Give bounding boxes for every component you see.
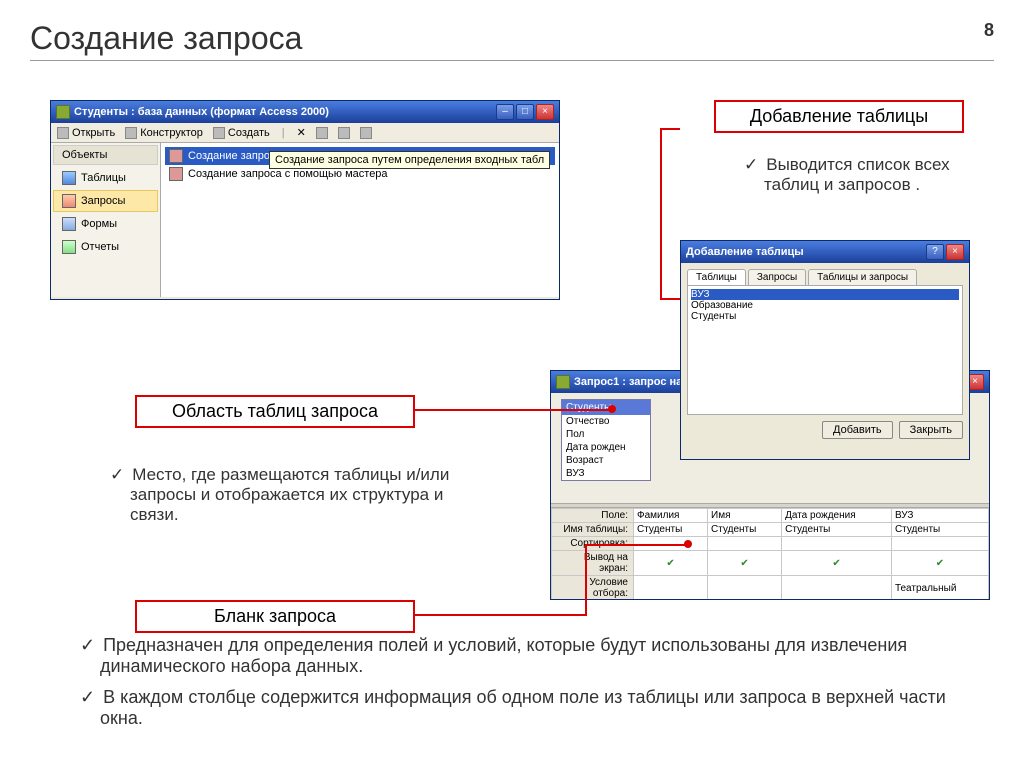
grid-label-table: Имя таблицы: bbox=[552, 523, 634, 537]
bullet-add-table: Выводится список всех таблиц и запросов … bbox=[744, 155, 994, 195]
grid-cell[interactable] bbox=[708, 537, 782, 551]
grid-label-field: Поле: bbox=[552, 509, 634, 523]
toolbar-view3[interactable] bbox=[360, 127, 372, 139]
addtable-tabs: Таблицы Запросы Таблицы и запросы bbox=[681, 263, 969, 285]
help-button[interactable]: ? bbox=[926, 244, 944, 260]
field-list[interactable]: Студенты Отчество Пол Дата рожден Возрас… bbox=[561, 399, 651, 481]
list-item[interactable]: Студенты bbox=[691, 311, 959, 322]
grid-label-show: Вывод на экран: bbox=[552, 551, 634, 576]
field-item[interactable]: Дата рожден bbox=[562, 441, 650, 454]
field-item[interactable]: Отчество bbox=[562, 415, 650, 428]
access-db-window: Студенты : база данных (формат Access 20… bbox=[50, 100, 560, 300]
grid-cell[interactable] bbox=[708, 576, 782, 600]
slide-title: Создание запроса bbox=[30, 20, 302, 57]
close-button[interactable]: × bbox=[536, 104, 554, 120]
sidebar-reports[interactable]: Отчеты bbox=[53, 236, 158, 258]
db-title: Студенты : база данных (формат Access 20… bbox=[74, 106, 496, 118]
grid-cell[interactable]: Студенты bbox=[634, 523, 708, 537]
grid-cell[interactable] bbox=[782, 576, 892, 600]
db-content: Создание запроса в режиме конструктора С… bbox=[161, 143, 559, 297]
close-button[interactable]: × bbox=[946, 244, 964, 260]
toolbar-design[interactable]: Конструктор bbox=[125, 127, 203, 139]
tab-both[interactable]: Таблицы и запросы bbox=[808, 269, 917, 285]
grid-cell[interactable]: Дата рождения bbox=[782, 509, 892, 523]
query-icon bbox=[556, 375, 570, 389]
bullet-query-form: Предназначен для определения полей и усл… bbox=[80, 635, 960, 739]
field-item[interactable]: ВУЗ bbox=[562, 467, 650, 480]
grid-label-criteria: Условие отбора: bbox=[552, 576, 634, 600]
grid-checkbox[interactable]: ✔ bbox=[891, 551, 988, 576]
grid-cell[interactable]: ВУЗ bbox=[891, 509, 988, 523]
title-underline bbox=[30, 60, 994, 61]
list-item[interactable]: ВУЗ bbox=[691, 289, 959, 300]
grid-cell[interactable] bbox=[891, 537, 988, 551]
field-list-header: Студенты bbox=[562, 400, 650, 415]
grid-cell[interactable]: Фамилия bbox=[634, 509, 708, 523]
toolbar-open[interactable]: Открыть bbox=[57, 127, 115, 139]
bullet-query-area: Место, где размещаются таблицы и/или зап… bbox=[110, 465, 450, 525]
close-dialog-button[interactable]: Закрыть bbox=[899, 421, 963, 439]
grid-cell[interactable] bbox=[782, 537, 892, 551]
toolbar-view1[interactable] bbox=[316, 127, 328, 139]
toolbar-view2[interactable] bbox=[338, 127, 350, 139]
db-sidebar: Объекты Таблицы Запросы Формы Отчеты bbox=[51, 143, 161, 297]
callout-query-area: Область таблиц запроса bbox=[135, 395, 415, 428]
addtable-titlebar[interactable]: Добавление таблицы ? × bbox=[681, 241, 969, 263]
grid-cell[interactable]: Студенты bbox=[782, 523, 892, 537]
db-titlebar[interactable]: Студенты : база данных (формат Access 20… bbox=[51, 101, 559, 123]
sidebar-forms[interactable]: Формы bbox=[53, 213, 158, 235]
sidebar-queries[interactable]: Запросы bbox=[53, 190, 158, 212]
addtable-list[interactable]: ВУЗ Образование Студенты bbox=[687, 285, 963, 415]
grid-cell[interactable] bbox=[634, 576, 708, 600]
page-number: 8 bbox=[984, 20, 994, 41]
query-grid[interactable]: Поле: Фамилия Имя Дата рождения ВУЗ Имя … bbox=[551, 508, 989, 599]
minimize-button[interactable]: – bbox=[496, 104, 514, 120]
addtable-title: Добавление таблицы bbox=[686, 246, 926, 258]
tab-tables[interactable]: Таблицы bbox=[687, 269, 746, 285]
field-item[interactable]: Пол bbox=[562, 428, 650, 441]
grid-cell[interactable]: Имя bbox=[708, 509, 782, 523]
grid-cell[interactable]: Театральный bbox=[891, 576, 988, 600]
add-button[interactable]: Добавить bbox=[822, 421, 893, 439]
sidebar-tables[interactable]: Таблицы bbox=[53, 167, 158, 189]
toolbar-create[interactable]: Создать bbox=[213, 127, 270, 139]
grid-checkbox[interactable]: ✔ bbox=[782, 551, 892, 576]
app-icon bbox=[56, 105, 70, 119]
objects-header: Объекты bbox=[53, 145, 158, 165]
list-item[interactable]: Образование bbox=[691, 300, 959, 311]
tab-queries[interactable]: Запросы bbox=[748, 269, 806, 285]
toolbar-delete[interactable]: ✕ bbox=[297, 126, 306, 139]
grid-cell[interactable]: Студенты bbox=[708, 523, 782, 537]
tooltip: Создание запроса путем определения входн… bbox=[269, 151, 550, 169]
db-toolbar: Открыть Конструктор Создать | ✕ bbox=[51, 123, 559, 143]
callout-add-table: Добавление таблицы bbox=[714, 100, 964, 133]
grid-checkbox[interactable]: ✔ bbox=[708, 551, 782, 576]
grid-checkbox[interactable]: ✔ bbox=[634, 551, 708, 576]
callout-query-form: Бланк запроса bbox=[135, 600, 415, 633]
add-table-dialog: Добавление таблицы ? × Таблицы Запросы Т… bbox=[680, 240, 970, 460]
maximize-button[interactable]: □ bbox=[516, 104, 534, 120]
grid-cell[interactable]: Студенты bbox=[891, 523, 988, 537]
field-item[interactable]: Возраст bbox=[562, 454, 650, 467]
